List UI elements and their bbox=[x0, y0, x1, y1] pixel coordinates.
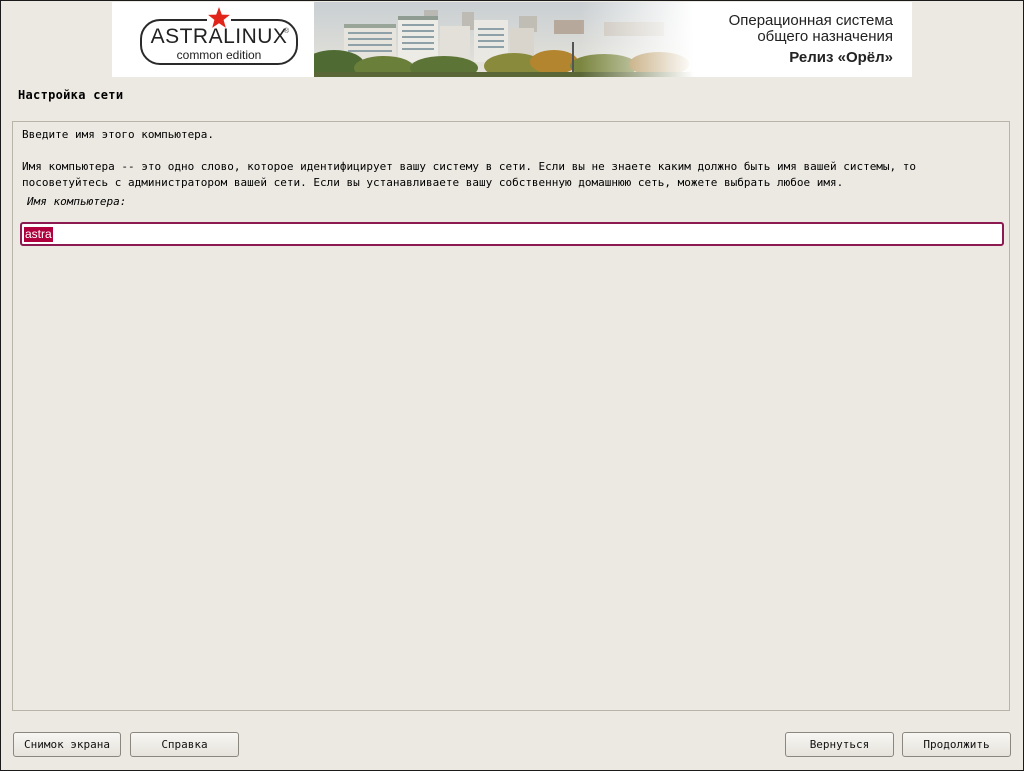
header-banner: ASTRALINUX ® common edition Операционная… bbox=[112, 2, 912, 77]
page-title: Настройка сети bbox=[18, 88, 124, 102]
main-panel: Введите имя этого компьютера. Имя компью… bbox=[12, 121, 1010, 711]
description-line-1: Имя компьютера -- это одно слово, которо… bbox=[22, 160, 917, 173]
os-description-line2: общего назначения bbox=[757, 28, 893, 45]
registered-mark: ® bbox=[283, 28, 289, 35]
logo-name: ASTRALINUX bbox=[150, 25, 288, 48]
help-button[interactable]: Справка bbox=[130, 732, 239, 757]
continue-button[interactable]: Продолжить bbox=[902, 732, 1011, 757]
city-photo bbox=[314, 2, 694, 77]
hostname-value[interactable]: astra bbox=[24, 226, 53, 242]
hostname-input[interactable]: astra bbox=[20, 222, 1004, 246]
hostname-label: Имя компьютера: bbox=[27, 195, 127, 208]
installer-screen: ASTRALINUX ® common edition Операционная… bbox=[0, 0, 1024, 771]
logo-edition: common edition bbox=[176, 48, 262, 62]
prompt-text: Введите имя этого компьютера. bbox=[22, 128, 215, 141]
banner-release-info: Операционная система общего назначения Р… bbox=[729, 13, 893, 66]
back-button[interactable]: Вернуться bbox=[785, 732, 894, 757]
release-name: Релиз «Орёл» bbox=[789, 49, 893, 66]
astralinux-logo: ASTRALINUX ® common edition bbox=[140, 6, 298, 65]
description-line-2: посоветуйтесь с администратором вашей се… bbox=[22, 176, 844, 189]
screenshot-button[interactable]: Снимок экрана bbox=[13, 732, 121, 757]
os-description-line1: Операционная система bbox=[728, 12, 893, 29]
